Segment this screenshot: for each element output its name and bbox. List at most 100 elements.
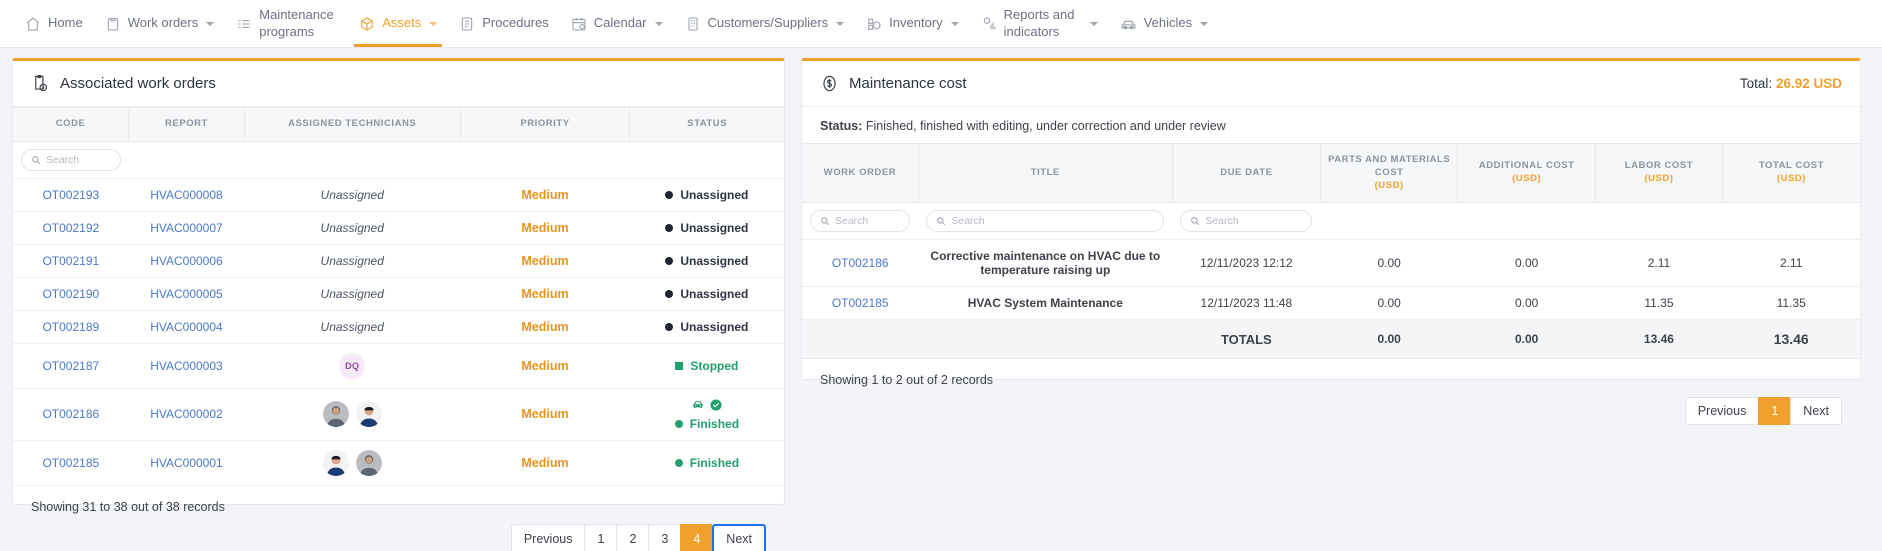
cell-technicians <box>244 388 461 441</box>
home-icon <box>25 16 41 32</box>
search-cell-report <box>128 141 245 179</box>
search-input-work-order[interactable]: Search <box>810 210 911 233</box>
nav-item-assets[interactable]: Assets <box>348 0 448 47</box>
pagination-page-4[interactable]: 4 <box>680 523 713 551</box>
avatar[interactable] <box>322 401 349 428</box>
panel-header: Associated work orders <box>13 61 784 107</box>
report-link[interactable]: HVAC000003 <box>150 359 223 373</box>
report-link[interactable]: HVAC000007 <box>150 221 223 235</box>
work-order-link[interactable]: OT002186 <box>832 256 889 270</box>
cell-parts-cost: 0.00 <box>1320 239 1458 288</box>
search-input-due-date[interactable]: Search <box>1180 210 1313 233</box>
table-row: OT002191 HVAC000006 Unassigned Medium Un… <box>13 244 784 278</box>
cell-priority: Medium <box>460 277 630 311</box>
work-order-link[interactable]: OT002190 <box>42 287 99 301</box>
work-order-link[interactable]: OT002192 <box>42 221 99 235</box>
nav-item-work-orders[interactable]: Work orders <box>94 0 226 47</box>
search-cell-labor-cost <box>1595 202 1723 241</box>
status-summary-value: Finished, finished with editing, under c… <box>865 119 1226 133</box>
report-link[interactable]: HVAC000005 <box>150 287 223 301</box>
cell-technicians: Unassigned <box>244 244 461 278</box>
pagination-next[interactable]: Next <box>712 523 766 551</box>
records-count: Showing 1 to 2 out of 2 records <box>820 373 994 388</box>
cell-labor-cost: 2.11 <box>1595 239 1723 288</box>
building-icon <box>685 16 701 32</box>
column-header-assigned-technicians[interactable]: ASSIGNED TECHNICIANS <box>244 107 461 142</box>
pagination-previous[interactable]: Previous <box>510 523 585 551</box>
column-header-code[interactable]: CODE <box>13 107 130 142</box>
totals-empty-title <box>918 319 1173 360</box>
search-cell-technicians <box>244 141 461 179</box>
pagination-page-1[interactable]: 1 <box>584 523 617 551</box>
work-order-link[interactable]: OT002193 <box>42 188 99 202</box>
nav-item-calendar[interactable]: Calendar <box>560 0 674 47</box>
check-circle-icon <box>709 398 723 415</box>
cell-technicians: Unassigned <box>244 310 461 344</box>
column-header-additional-cost-label: ADDITIONAL COST <box>1478 160 1575 172</box>
cell-report: HVAC000007 <box>128 211 245 245</box>
work-order-link[interactable]: OT002185 <box>42 456 99 470</box>
report-link[interactable]: HVAC000004 <box>150 320 223 334</box>
chevron-down-icon <box>654 21 663 26</box>
pagination-page-3[interactable]: 3 <box>648 523 681 551</box>
report-link[interactable]: HVAC000001 <box>150 456 223 470</box>
pagination-previous[interactable]: Previous <box>1684 397 1759 426</box>
column-header-priority[interactable]: PRIORITY <box>460 107 631 142</box>
priority-label: Medium <box>521 455 569 470</box>
column-header-total-cost[interactable]: TOTAL COST (USD) <box>1722 142 1860 204</box>
pagination-page-2[interactable]: 2 <box>616 523 649 551</box>
column-header-labor-cost[interactable]: LABOR COST (USD) <box>1595 142 1723 204</box>
column-header-additional-cost[interactable]: ADDITIONAL COST (USD) <box>1457 142 1596 204</box>
priority-label: Medium <box>521 187 569 202</box>
cell-code: OT002190 <box>13 277 129 311</box>
cell-report: HVAC000001 <box>128 440 245 486</box>
work-order-link[interactable]: OT002189 <box>42 320 99 334</box>
avatar[interactable] <box>355 449 382 476</box>
totals-label: TOTALS <box>1172 319 1321 360</box>
nav-label: Calendar <box>593 15 647 31</box>
nav-label: Home <box>48 15 83 31</box>
nav-label: Assets <box>382 15 422 31</box>
nav-item-reports-and-indicators[interactable]: Reports and indicators <box>970 0 1109 47</box>
work-order-link[interactable]: OT002186 <box>42 407 99 421</box>
table-search-row: Search <box>13 141 784 179</box>
column-header-status[interactable]: STATUS <box>629 107 784 142</box>
totals-empty-work-order <box>802 319 919 360</box>
cell-parts-cost: 0.00 <box>1320 286 1458 321</box>
nav-item-vehicles[interactable]: Vehicles <box>1109 0 1219 47</box>
status-label: Unassigned <box>680 187 749 202</box>
nav-label: Customers/Suppliers <box>707 15 829 31</box>
avatar[interactable] <box>322 449 349 476</box>
column-header-due-date[interactable]: DUE DATE <box>1172 142 1321 204</box>
cell-report: HVAC000002 <box>128 388 245 441</box>
report-link[interactable]: HVAC000006 <box>150 254 223 268</box>
work-order-link[interactable]: OT002185 <box>832 296 889 310</box>
nav-item-customers-suppliers[interactable]: Customers/Suppliers <box>674 0 856 47</box>
column-header-work-order[interactable]: WORK ORDER <box>802 142 919 204</box>
nav-item-procedures[interactable]: Procedures <box>448 0 559 47</box>
column-header-title[interactable]: TITLE <box>918 142 1173 204</box>
cell-status: Unassigned <box>629 244 784 278</box>
search-input-title[interactable]: Search <box>926 210 1165 233</box>
nav-item-maintenance-programs[interactable]: Maintenance programs <box>225 0 348 47</box>
table-header-row: WORK ORDER TITLE DUE DATE PARTS AND MATE… <box>802 142 1860 204</box>
avatar[interactable]: DQ <box>339 352 366 379</box>
work-order-link[interactable]: OT002191 <box>42 254 99 268</box>
nav-item-inventory[interactable]: Inventory <box>855 0 969 47</box>
search-placeholder: Search <box>1205 215 1239 228</box>
avatar-group <box>250 401 454 428</box>
report-link[interactable]: HVAC000002 <box>150 407 223 421</box>
report-link[interactable]: HVAC000008 <box>150 188 223 202</box>
column-header-parts-cost[interactable]: PARTS AND MATERIALS COST (USD) <box>1320 142 1459 204</box>
search-input-code[interactable]: Search <box>21 148 121 171</box>
status-summary: Status: Finished, finished with editing,… <box>802 107 1860 143</box>
cell-report: HVAC000005 <box>128 277 245 311</box>
maintenance-cost-table: WORK ORDER TITLE DUE DATE PARTS AND MATE… <box>802 142 1860 360</box>
column-header-report[interactable]: REPORT <box>128 107 245 142</box>
avatar[interactable] <box>355 401 382 428</box>
pagination-next[interactable]: Next <box>1790 397 1842 426</box>
nav-item-home[interactable]: Home <box>14 0 94 47</box>
pagination-page-1[interactable]: 1 <box>1758 397 1791 426</box>
work-order-link[interactable]: OT002187 <box>42 359 99 373</box>
status-dot-icon <box>665 256 674 265</box>
